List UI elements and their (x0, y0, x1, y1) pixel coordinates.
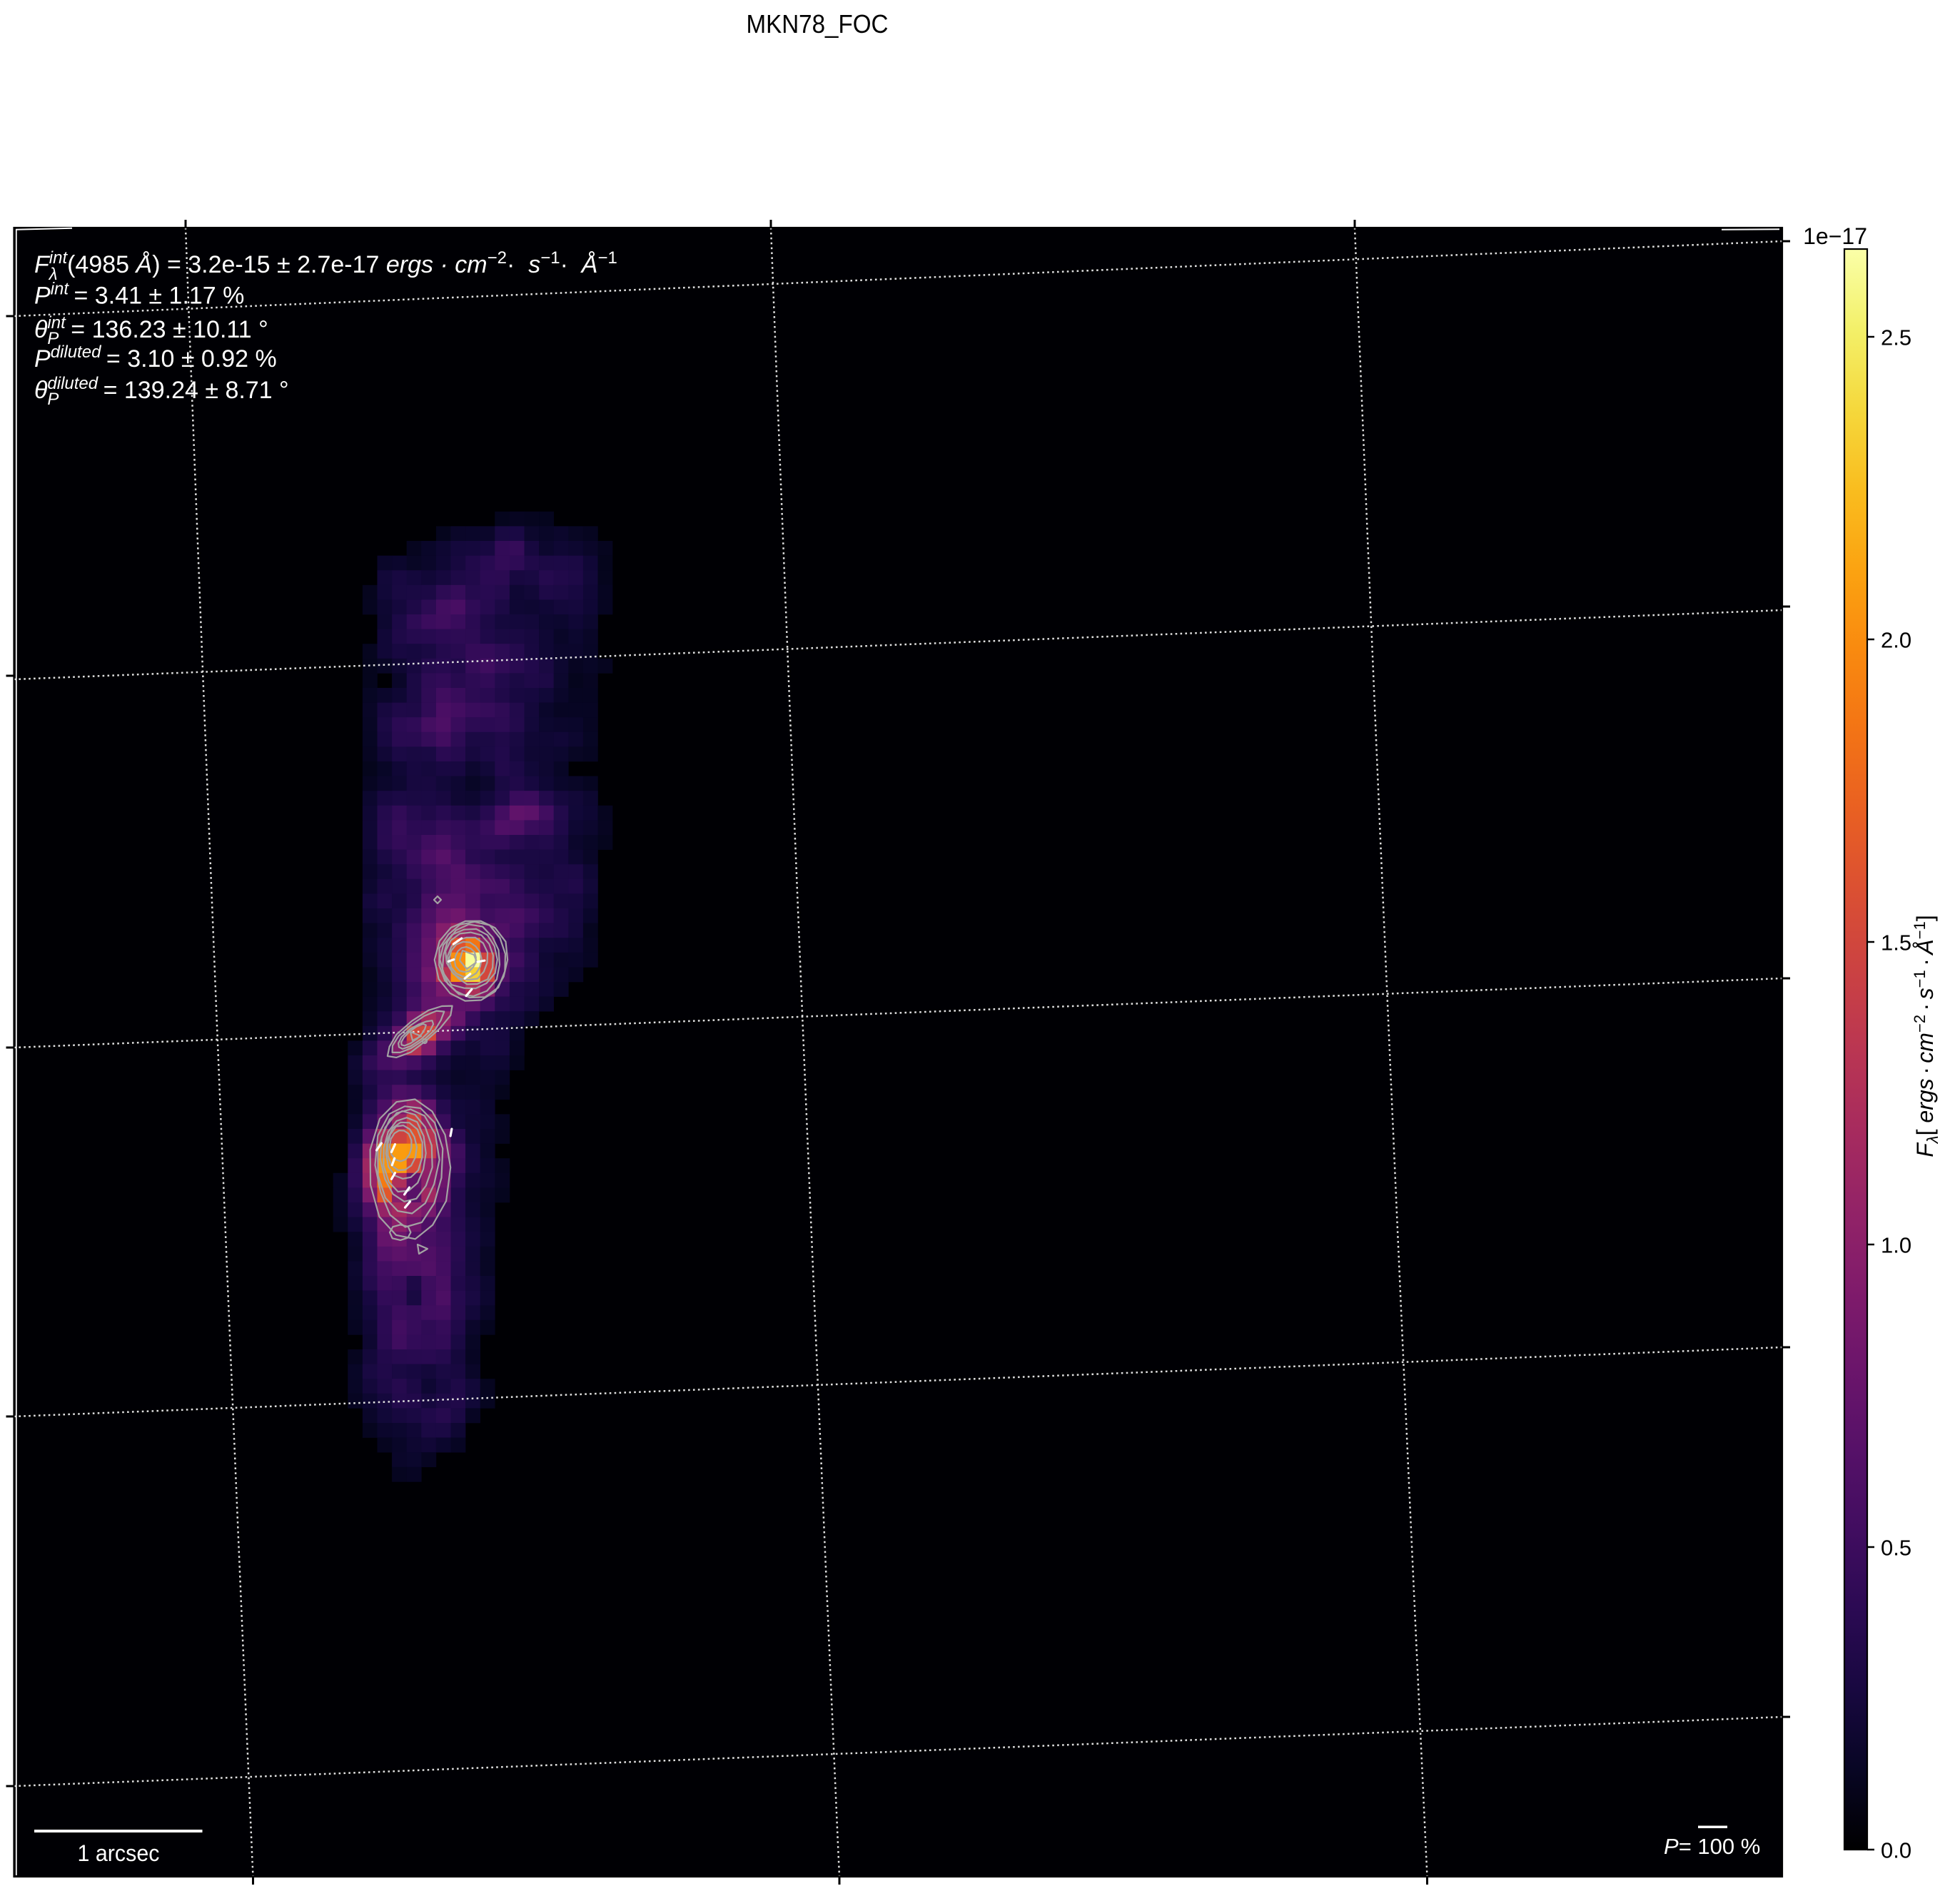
svg-text:1.0: 1.0 (1881, 1233, 1911, 1258)
svg-text:= 3.10 ± 0.92 %: = 3.10 ± 0.92 % (106, 345, 277, 372)
svg-text:P: P (34, 345, 51, 372)
svg-text:P: P (34, 283, 51, 310)
svg-text:= 139.24 ± 8.71 °: = 139.24 ± 8.71 ° (103, 377, 289, 404)
svg-text:·: · (1912, 1003, 1938, 1011)
svg-text:λ: λ (1924, 1135, 1941, 1144)
svg-text:·: · (1912, 958, 1938, 966)
svg-text:0.0: 0.0 (1881, 1838, 1911, 1863)
svg-text:= 3.41 ± 1.17 %: = 3.41 ± 1.17 % (74, 283, 245, 310)
svg-text:0.5: 0.5 (1881, 1536, 1911, 1561)
svg-text:P: P (1664, 1834, 1679, 1859)
svg-text:ergs · cm: ergs · cm (386, 251, 488, 278)
svg-text:= 136.23 ± 10.11 °: = 136.23 ± 10.11 ° (71, 316, 268, 343)
svg-text:ergs: ergs (1912, 1078, 1938, 1122)
svg-text:θ: θ (34, 316, 48, 343)
svg-text:−2: −2 (1911, 1015, 1929, 1033)
svg-text:MKN78_FOC: MKN78_FOC (747, 9, 889, 39)
svg-text:−1: −1 (1911, 970, 1929, 988)
svg-text:−2: −2 (488, 248, 507, 268)
svg-text:1e−17: 1e−17 (1803, 223, 1867, 249)
svg-text:int: int (51, 280, 70, 299)
svg-text:2.5: 2.5 (1881, 325, 1911, 350)
svg-text:θ: θ (34, 377, 48, 404)
svg-text:Å: Å (1912, 939, 1938, 955)
svg-text:Å: Å (580, 251, 598, 278)
svg-text:) = 3.2e-15: ) = 3.2e-15 (152, 251, 270, 278)
svg-text:P: P (47, 329, 59, 348)
svg-text:P: P (47, 390, 59, 409)
svg-text:−1: −1 (598, 248, 617, 268)
svg-text:2.0: 2.0 (1881, 628, 1911, 653)
svg-text:= 100 %: = 100 % (1679, 1834, 1761, 1859)
svg-text:[: [ (1912, 1129, 1938, 1135)
svg-text:1.5: 1.5 (1881, 931, 1911, 955)
svg-text:·: · (560, 251, 568, 278)
svg-text:F: F (34, 251, 51, 278)
svg-text:−1: −1 (540, 248, 560, 268)
svg-text:−1: −1 (1911, 921, 1929, 939)
svg-text:·: · (507, 251, 515, 278)
svg-text:cm: cm (1912, 1033, 1938, 1063)
svg-text:s: s (528, 251, 540, 278)
svg-text:± 2.7e-17: ± 2.7e-17 (277, 251, 379, 278)
svg-text:s: s (1912, 988, 1938, 999)
svg-text:·: · (1912, 1067, 1938, 1075)
svg-text:1 arcsec: 1 arcsec (78, 1840, 160, 1866)
svg-text:(4985: (4985 (67, 251, 129, 278)
svg-text:Å: Å (135, 251, 153, 278)
svg-text:]: ] (1912, 915, 1938, 921)
